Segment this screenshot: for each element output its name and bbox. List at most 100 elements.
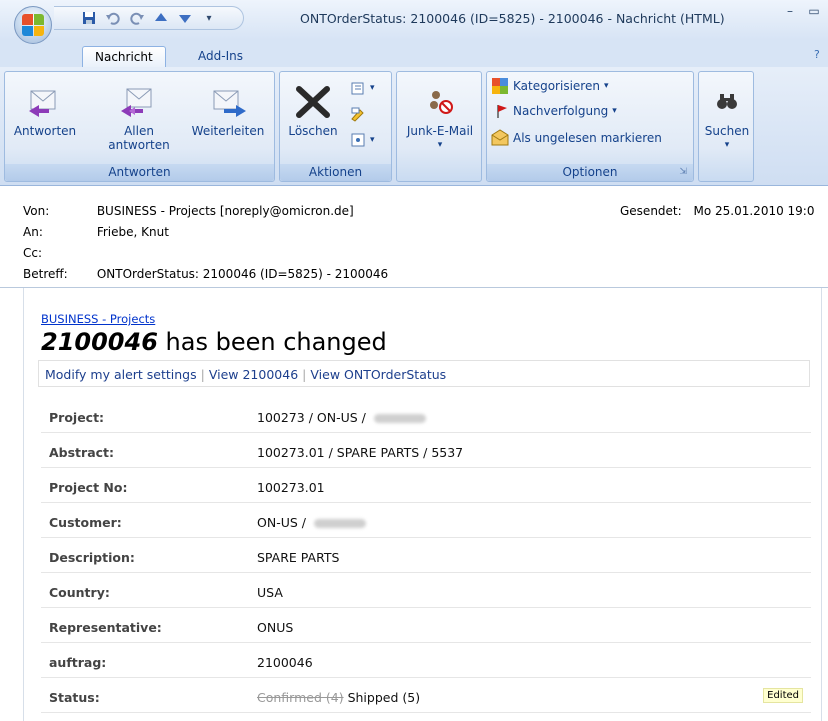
from-value[interactable]: BUSINESS - Projects [noreply@omicron.de] — [97, 204, 354, 218]
field-key: Project: — [49, 410, 105, 425]
group-label-aktionen: Aktionen — [280, 164, 391, 181]
subject-label: Betreff: — [23, 267, 68, 281]
reply-all-icon — [101, 78, 177, 124]
field-value: USA — [257, 585, 283, 600]
minimize-icon[interactable]: – — [782, 4, 798, 18]
group-junk: Junk-E-Mail ▾ — [396, 71, 482, 182]
headline-number: 2100046 — [41, 328, 158, 356]
quick-access-toolbar: ▾ — [54, 6, 244, 30]
office-logo-icon — [22, 14, 44, 36]
junk-mail-icon — [399, 78, 481, 124]
new-status: Shipped (5) — [347, 690, 421, 705]
redo-icon[interactable] — [128, 9, 146, 27]
window-title: ONTOrderStatus: 2100046 (ID=5825) - 2100… — [300, 11, 725, 26]
table-row: Representative: ONUS — [41, 608, 811, 643]
cc-label: Cc: — [23, 246, 43, 260]
forward-icon — [185, 78, 271, 124]
maximize-icon[interactable]: ▭ — [806, 4, 822, 18]
cc-row: Cc: — [23, 246, 75, 260]
ribbon: Antworten Allen antworten Weiterleiten A… — [0, 67, 828, 186]
tab-add-ins[interactable]: Add-Ins — [186, 46, 255, 68]
reply-all-button[interactable]: Allen antworten — [101, 78, 177, 152]
headline-text: has been changed — [157, 328, 387, 356]
next-item-icon[interactable] — [176, 9, 194, 27]
table-row: Status: Confirmed (4) Shipped (5) Edited — [41, 678, 811, 713]
customize-toolbar-icon[interactable]: ▾ — [200, 9, 218, 27]
group-label-antworten: Antworten — [5, 164, 274, 181]
sent-row: Gesendet: Mo 25.01.2010 19:0 — [620, 204, 814, 218]
view-list-link[interactable]: View ONTOrderStatus — [310, 367, 446, 382]
page-title: 2100046 has been changed — [41, 328, 387, 356]
field-key: Customer: — [49, 515, 122, 530]
table-row: Project: 100273 / ON-US / — [41, 398, 811, 433]
forward-button[interactable]: Weiterleiten — [185, 78, 271, 138]
other-actions-button[interactable]: ▾ — [350, 132, 375, 148]
field-value: Confirmed (4) Shipped (5) — [257, 690, 420, 705]
undo-icon[interactable] — [104, 9, 122, 27]
tab-nachricht[interactable]: Nachricht — [82, 46, 166, 68]
old-status: Confirmed (4) — [257, 690, 344, 705]
message-header: Von: BUSINESS - Projects [noreply@omicro… — [0, 186, 828, 288]
previous-item-icon[interactable] — [152, 9, 170, 27]
field-key: Description: — [49, 550, 135, 565]
move-folder-icon — [351, 82, 364, 95]
field-key: Abstract: — [49, 445, 115, 460]
fields-table: Project: 100273 / ON-US / Abstract: 1002… — [41, 398, 811, 713]
ribbon-tabs: Nachricht Add-Ins ? — [0, 40, 828, 68]
field-key: Country: — [49, 585, 110, 600]
field-key: auftrag: — [49, 655, 107, 670]
table-row: Description: SPARE PARTS — [41, 538, 811, 573]
reply-icon — [7, 78, 83, 124]
table-row: Abstract: 100273.01 / SPARE PARTS / 5537 — [41, 433, 811, 468]
move-to-folder-button[interactable]: ▾ — [350, 80, 375, 96]
create-rule-button[interactable] — [350, 106, 366, 122]
group-optionen: Kategorisieren ▾ Nachverfolgung ▾ Als unge… — [486, 71, 694, 182]
to-value[interactable]: Friebe, Knut — [97, 225, 169, 239]
followup-button[interactable]: Nachverfolgung ▾ — [495, 103, 617, 119]
from-row: Von: BUSINESS - Projects [noreply@omicro… — [23, 204, 354, 218]
table-row: Customer: ON-US / — [41, 503, 811, 538]
breadcrumb-link[interactable]: BUSINESS - Projects — [41, 312, 155, 326]
field-key: Representative: — [49, 620, 162, 635]
group-suchen: Suchen ▾ — [698, 71, 754, 182]
reply-button[interactable]: Antworten — [7, 78, 83, 138]
junk-mail-button[interactable]: Junk-E-Mail ▾ — [399, 78, 481, 152]
window-controls: – ▭ — [782, 4, 822, 18]
save-icon[interactable] — [80, 9, 98, 27]
dialog-launcher-icon[interactable]: ⇲ — [679, 164, 687, 181]
action-links-bar: Modify my alert settings | View 2100046 | Vi… — [38, 360, 810, 387]
delete-icon — [284, 78, 342, 124]
field-value: 100273 / ON-US / — [257, 410, 426, 425]
field-value: ON-US / — [257, 515, 366, 530]
office-button[interactable] — [14, 6, 52, 44]
from-label: Von: — [23, 204, 50, 218]
mark-unread-icon — [491, 129, 509, 146]
binoculars-icon — [701, 78, 753, 124]
title-bar: ▾ ONTOrderStatus: 2100046 (ID=5825) - 21… — [0, 0, 828, 44]
field-value: 100273.01 / SPARE PARTS / 5537 — [257, 445, 464, 460]
rule-icon — [351, 107, 364, 122]
followup-flag-icon — [497, 105, 507, 118]
table-row: Project No: 100273.01 — [41, 468, 811, 503]
field-value: 2100046 — [257, 655, 313, 670]
message-body: BUSINESS - Projects 2100046 has been cha… — [23, 288, 821, 721]
modify-alert-link[interactable]: Modify my alert settings — [45, 367, 197, 382]
redacted-name — [313, 519, 366, 528]
vertical-scrollbar[interactable] — [821, 288, 828, 721]
categorize-button[interactable]: Kategorisieren ▾ — [491, 77, 608, 95]
table-row: Country: USA — [41, 573, 811, 608]
subject-value: ONTOrderStatus: 2100046 (ID=5825) - 2100… — [96, 267, 389, 281]
delete-button[interactable]: Löschen — [284, 78, 342, 138]
to-label: An: — [23, 225, 43, 239]
help-icon[interactable]: ? — [814, 48, 826, 62]
sent-value: Mo 25.01.2010 19:0 — [693, 204, 815, 218]
group-label-optionen: Optionen ⇲ — [487, 164, 693, 181]
view-item-link[interactable]: View 2100046 — [209, 367, 298, 382]
field-key: Status: — [49, 690, 100, 705]
group-aktionen: Löschen ▾ ▾ Aktionen — [279, 71, 392, 182]
mark-unread-button[interactable]: Als ungelesen markieren — [491, 129, 662, 147]
redacted-name — [373, 414, 426, 423]
other-actions-icon — [351, 133, 365, 147]
find-button[interactable]: Suchen ▾ — [701, 78, 753, 152]
subject-row: Betreff: ONTOrderStatus: 2100046 (ID=582… — [23, 267, 388, 281]
